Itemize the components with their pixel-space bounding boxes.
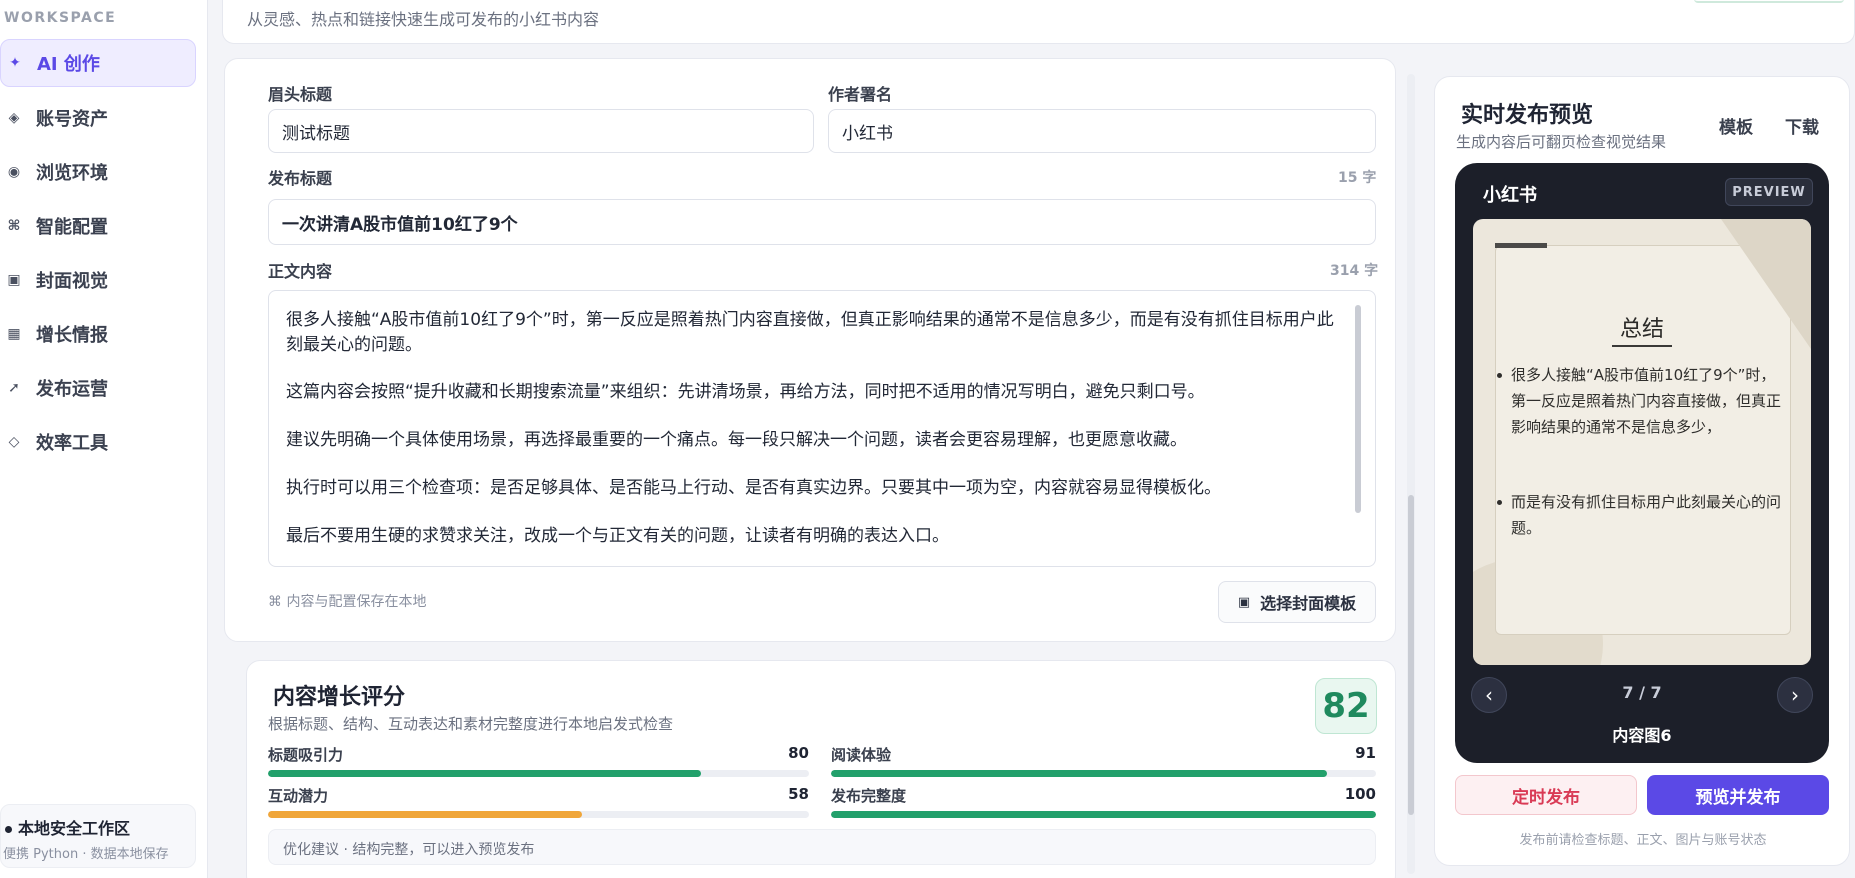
metric-bar bbox=[268, 770, 809, 777]
metric-label: 发布完整度 bbox=[831, 787, 907, 805]
tool-icon: ◇ bbox=[8, 434, 20, 450]
body-paragraph: 这篇内容会按照“提升收藏和长期搜索流量”来组织：先讲清场景，再给方法，同时把不适… bbox=[286, 382, 1205, 402]
chart-icon: ▦ bbox=[7, 326, 21, 342]
sidebar-item-ai-create[interactable]: ✦ AI 创作 bbox=[0, 39, 196, 87]
sidebar-item-browser-env[interactable]: ◉ 浏览环境 bbox=[0, 148, 196, 196]
eyebrow-title-input[interactable] bbox=[268, 109, 814, 153]
sidebar-item-label: 效率工具 bbox=[36, 433, 108, 454]
total-score-badge: 82 bbox=[1315, 678, 1377, 734]
author-label: 作者署名 bbox=[828, 85, 893, 104]
template-link[interactable]: 模板 bbox=[1719, 113, 1753, 138]
sidebar-item-label: 发布运营 bbox=[36, 379, 108, 400]
metric-bar bbox=[268, 811, 809, 818]
body-paragraph: 建议先明确一个具体使用场景，再选择最重要的一个痛点。每一段只解决一个问题，读者会… bbox=[286, 430, 1187, 450]
browser-icon: ◉ bbox=[7, 164, 21, 180]
preview-card: 总结 很多人接触“A股市值前10红了9个”时，第一反应是照着热门内容直接做，但真… bbox=[1473, 219, 1811, 665]
sidebar-item-publish-ops[interactable]: ➚ 发布运营 bbox=[0, 364, 196, 412]
textarea-scrollbar[interactable] bbox=[1355, 305, 1361, 513]
next-page-button[interactable]: › bbox=[1777, 677, 1813, 713]
page-caption: 内容图6 bbox=[1612, 726, 1672, 745]
author-input[interactable] bbox=[828, 109, 1376, 153]
sidebar-item-label: 智能配置 bbox=[36, 217, 108, 238]
metric-bar-fill bbox=[268, 811, 582, 818]
local-workspace-title: 本地安全工作区 bbox=[18, 819, 131, 838]
sidebar-item-label: AI 创作 bbox=[37, 54, 100, 75]
asset-icon: ◈ bbox=[8, 110, 20, 126]
schedule-publish-button[interactable]: 定时发布 bbox=[1455, 775, 1637, 815]
template-icon: ▣ bbox=[1237, 594, 1251, 610]
sidebar-item-account-assets[interactable]: ◈ 账号资产 bbox=[0, 94, 196, 142]
metric-value: 100 bbox=[1344, 785, 1376, 803]
page-subtitle: 从灵感、热点和链接快速生成可发布的小红书内容 bbox=[247, 10, 600, 29]
title-char-count: 15 字 bbox=[1338, 170, 1377, 186]
decor-dash bbox=[1495, 243, 1547, 248]
sidebar-item-cover-visual[interactable]: ▣ 封面视觉 bbox=[0, 256, 196, 304]
preview-publish-button[interactable]: 预览并发布 bbox=[1647, 775, 1829, 815]
metric-bar-fill bbox=[831, 811, 1376, 818]
metric-bar bbox=[831, 811, 1376, 818]
editor-panel: 眉头标题 作者署名 发布标题 15 字 正文内容 314 字 很多人接触“A股市… bbox=[224, 58, 1396, 642]
page-header: 从灵感、热点和链接快速生成可发布的小红书内容 bbox=[222, 0, 1855, 44]
metric-bar-fill bbox=[268, 770, 701, 777]
score-subtitle: 根据标题、结构、互动表达和素材完整度进行本地启发式检查 bbox=[268, 715, 674, 733]
sidebar-item-label: 封面视觉 bbox=[36, 271, 108, 292]
sidebar-item-efficiency-tools[interactable]: ◇ 效率工具 bbox=[0, 418, 196, 466]
sidebar-item-smart-config[interactable]: ⌘ 智能配置 bbox=[0, 202, 196, 250]
phone-preview-frame: 小红书 PREVIEW 总结 很多人接触“A股市值前10红了9个”时，第一反应是… bbox=[1455, 163, 1829, 763]
card-bullet: 很多人接触“A股市值前10红了9个”时，第一反应是照着热门内容直接做，但真正影响… bbox=[1495, 362, 1785, 440]
local-save-note: ⌘ 内容与配置保存在本地 bbox=[268, 594, 427, 610]
local-workspace-card: 本地安全工作区 便携 Python · 数据本地保存 bbox=[0, 804, 196, 868]
body-textarea[interactable]: 很多人接触“A股市值前10红了9个”时，第一反应是照着热门内容直接做，但真正影响… bbox=[268, 290, 1376, 567]
workspace-label: WORKSPACE bbox=[4, 10, 117, 26]
metric-label: 阅读体验 bbox=[831, 746, 892, 764]
card-title-underline bbox=[1612, 345, 1672, 347]
preview-title: 实时发布预览 bbox=[1461, 103, 1594, 128]
main-scrollbar-thumb[interactable] bbox=[1408, 495, 1414, 815]
sidebar: WORKSPACE ✦ AI 创作 ◈ 账号资产 ◉ 浏览环境 ⌘ 智能配置 ▣… bbox=[0, 0, 208, 878]
select-cover-template-button[interactable]: ▣ 选择封面模板 bbox=[1218, 581, 1376, 623]
sidebar-item-label: 账号资产 bbox=[36, 109, 108, 130]
sidebar-item-label: 浏览环境 bbox=[36, 163, 108, 184]
page-indicator: 7 / 7 bbox=[1622, 683, 1662, 702]
publish-title-label: 发布标题 bbox=[268, 169, 333, 188]
status-dot-icon bbox=[5, 826, 12, 833]
metric-value: 91 bbox=[1355, 744, 1376, 762]
phone-brand: 小红书 bbox=[1483, 185, 1537, 206]
header-action-button[interactable] bbox=[1694, 0, 1844, 3]
preview-badge: PREVIEW bbox=[1725, 178, 1813, 206]
preview-subtitle: 生成内容后可翻页检查视觉结果 bbox=[1456, 133, 1667, 151]
content-score-panel: 内容增长评分 根据标题、结构、互动表达和素材完整度进行本地启发式检查 82 标题… bbox=[246, 660, 1396, 878]
body-char-count: 314 字 bbox=[1330, 263, 1379, 279]
sidebar-item-growth-intel[interactable]: ▦ 增长情报 bbox=[0, 310, 196, 358]
sparkle-icon: ✦ bbox=[9, 55, 21, 71]
card-bullet: 而是有没有抓住目标用户此刻最关心的问题。 bbox=[1495, 489, 1785, 541]
cover-icon: ▣ bbox=[7, 272, 21, 288]
metric-bar bbox=[831, 770, 1376, 777]
metric-label: 标题吸引力 bbox=[268, 746, 344, 764]
live-preview-panel: 实时发布预览 生成内容后可翻页检查视觉结果 模板 下载 小红书 PREVIEW … bbox=[1434, 76, 1850, 866]
body-paragraph: 很多人接触“A股市值前10红了9个”时，第一反应是照着热门内容直接做，但真正影响… bbox=[286, 310, 1334, 355]
local-workspace-subtitle: 便携 Python · 数据本地保存 bbox=[3, 847, 169, 862]
body-paragraph: 最后不要用生硬的求赞求关注，改成一个与正文有关的问题，让读者有明确的表达入口。 bbox=[286, 526, 949, 546]
optimization-advice: 优化建议 · 结构完整，可以进入预览发布 bbox=[268, 829, 1376, 865]
metric-bar-fill bbox=[831, 770, 1327, 777]
sidebar-item-label: 增长情报 bbox=[36, 325, 108, 346]
preview-footer-note: 发布前请检查标题、正文、图片与账号状态 bbox=[1519, 833, 1767, 848]
score-title: 内容增长评分 bbox=[273, 685, 406, 710]
body-content-label: 正文内容 bbox=[268, 262, 333, 281]
metric-label: 互动潜力 bbox=[268, 787, 329, 805]
select-cover-template-label: 选择封面模板 bbox=[1260, 594, 1357, 613]
download-link[interactable]: 下载 bbox=[1785, 113, 1819, 138]
eyebrow-title-label: 眉头标题 bbox=[268, 85, 333, 104]
publish-title-input[interactable] bbox=[268, 199, 1376, 245]
body-paragraph: 执行时可以用三个检查项：是否足够具体、是否能马上行动、是否有真实边界。只要其中一… bbox=[286, 478, 1221, 498]
card-title: 总结 bbox=[1619, 317, 1664, 342]
metric-value: 58 bbox=[788, 785, 809, 803]
command-icon: ⌘ bbox=[7, 218, 21, 234]
metric-value: 80 bbox=[788, 744, 809, 762]
arrow-icon: ➚ bbox=[8, 380, 20, 396]
